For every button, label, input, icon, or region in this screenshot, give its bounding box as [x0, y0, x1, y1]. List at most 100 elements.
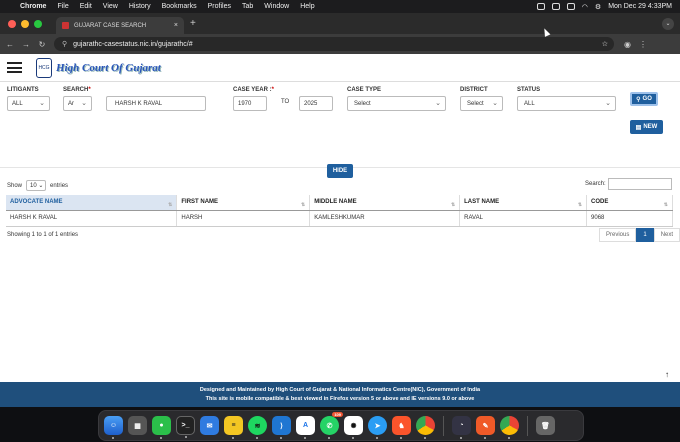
reload-icon[interactable]: ↻ [36, 40, 48, 49]
table-search: Search: [585, 178, 672, 190]
search-type-select[interactable]: Ar [63, 96, 92, 111]
telegram-icon[interactable]: ➤ [368, 416, 387, 439]
terminal-icon[interactable]: >_ [176, 416, 195, 438]
to-label: TO [281, 99, 290, 105]
launchpad-icon[interactable]: ▦ [128, 416, 147, 435]
column-header-advocate-name[interactable]: ADVOCATE NAME ⇅ [6, 195, 178, 211]
year-to-input[interactable]: 2025 [299, 96, 333, 111]
case-type-value: Select [354, 100, 371, 107]
close-tab-icon[interactable]: × [174, 22, 178, 29]
column-header-code[interactable]: CODE ⇅ [586, 195, 673, 211]
previous-page-button[interactable]: Previous [599, 228, 637, 242]
menu-window[interactable]: Window [264, 3, 289, 10]
menu-tab[interactable]: Tab [242, 3, 253, 10]
case-type-label: CASE TYPE [347, 87, 382, 93]
menu-help[interactable]: Help [300, 3, 314, 10]
litigants-label: LITIGANTS [7, 87, 39, 93]
profile-icon[interactable]: ◉ [624, 40, 631, 49]
brave-icon[interactable]: ♞ [392, 416, 411, 439]
status-icon-2[interactable] [551, 3, 560, 10]
column-header-last-name[interactable]: LAST NAME ⇅ [459, 195, 588, 211]
chatgpt-icon[interactable]: ✺ [344, 416, 363, 439]
pen-app-icon[interactable]: ✎ [476, 416, 495, 439]
chrome-icon[interactable] [416, 416, 435, 439]
hamburger-menu-icon[interactable] [7, 62, 22, 73]
pagination: Previous 1 Next [599, 228, 680, 242]
app-icon[interactable]: ◔ [452, 416, 471, 439]
new-tab-button[interactable]: + [190, 18, 196, 29]
chrome-app-icon[interactable] [500, 416, 519, 439]
year-to-value: 2025 [304, 100, 318, 107]
new-label: NEW [643, 124, 658, 130]
zoom-window-button[interactable] [34, 19, 42, 28]
status-select[interactable]: ALL [517, 96, 616, 111]
case-year-required-mark: * [271, 87, 274, 93]
browser-tabbar: GUJARAT CASE SEARCH × + ⌄ [0, 13, 680, 34]
menu-history[interactable]: History [129, 3, 151, 10]
whatsapp-icon[interactable]: ✆ 109 [320, 412, 343, 439]
page-1-button[interactable]: 1 [636, 228, 654, 242]
bookmark-star-icon[interactable]: ☆ [602, 40, 608, 48]
search-input[interactable]: HARSH K RAVAL [106, 96, 206, 111]
mail-icon[interactable]: ✉ [200, 416, 219, 435]
notes-icon[interactable]: ≡ [224, 416, 243, 439]
close-window-button[interactable] [8, 19, 16, 28]
spotify-icon[interactable]: ≋ [248, 416, 267, 439]
browser-tab[interactable]: GUJARAT CASE SEARCH × [56, 17, 184, 34]
case-type-select[interactable]: Select [347, 96, 446, 111]
page-length-select[interactable]: 10 ⌄ [26, 180, 47, 191]
district-select[interactable]: Select [460, 96, 503, 111]
sort-asc-icon: ⇅ [168, 201, 173, 208]
status-value: ALL [524, 100, 535, 107]
table-row[interactable]: HARSH K RAVAL HARSH KAMLESHKUMAR RAVAL 9… [6, 210, 673, 227]
page-length-value: 10 [30, 182, 37, 189]
minimize-window-button[interactable] [21, 19, 29, 28]
messages-icon[interactable]: ● [152, 416, 171, 439]
app-store-icon[interactable]: A [296, 416, 315, 439]
menu-app-name[interactable]: Chrome [20, 3, 46, 10]
hide-button[interactable]: HIDE [327, 164, 353, 178]
column-header-middle-name[interactable]: MIDDLE NAME ⇅ [309, 195, 461, 211]
district-label: DISTRICT [460, 87, 488, 93]
more-menu-icon[interactable]: ⋮ [639, 40, 647, 49]
site-logo-text[interactable]: High Court Of Gujarat [56, 62, 161, 74]
battery-icon[interactable] [566, 3, 575, 10]
cell-first-name: HARSH [176, 210, 311, 227]
menu-view[interactable]: View [103, 3, 118, 10]
search-required-mark: * [88, 87, 91, 93]
document-icon: ▤ [635, 124, 642, 131]
menu-bookmarks[interactable]: Bookmarks [162, 3, 197, 10]
litigants-select[interactable]: ALL [7, 96, 50, 111]
search-type-value: Ar [68, 100, 74, 107]
table-header-row: ADVOCATE NAME ⇅ FIRST NAME ⇅ MIDDLE NAME ⇅ … [6, 195, 673, 211]
go-button[interactable]: ⚲ GO [630, 92, 658, 106]
forward-icon[interactable]: → [20, 40, 32, 49]
table-search-input[interactable] [607, 178, 672, 190]
status-area: ◠ ⚙ Mon Dec 29 4:33PM [536, 3, 672, 11]
status-icon-1[interactable] [536, 3, 545, 10]
macos-dock: ☺ ▦ ● >_ ✉ ≡ ≋ ⟩ A ✆ 109 ✺ ➤ ♞ ◔ ✎ 🗑 [98, 410, 584, 441]
control-center-icon[interactable]: ⚙ [595, 3, 601, 11]
column-header-first-name[interactable]: FIRST NAME ⇅ [176, 195, 311, 211]
back-icon[interactable]: ← [4, 40, 16, 49]
whatsapp-badge: 109 [332, 412, 343, 417]
url-field[interactable]: ⚲ gujarathc-casestatus.nic.in/gujarathc/… [54, 37, 614, 51]
go-label: GO [642, 96, 652, 102]
tab-search-dropdown-icon[interactable]: ⌄ [662, 17, 674, 30]
trash-icon[interactable]: 🗑 [536, 416, 555, 435]
menu-file[interactable]: File [57, 3, 68, 10]
scroll-to-top-icon[interactable]: ↑ [665, 370, 669, 379]
next-page-button[interactable]: Next [653, 228, 680, 242]
cell-middle-name: KAMLESHKUMAR [309, 210, 461, 227]
menu-profiles[interactable]: Profiles [208, 3, 231, 10]
menu-edit[interactable]: Edit [80, 3, 92, 10]
site-info-icon[interactable]: ⚲ [62, 40, 67, 48]
search-icon: ⚲ [636, 96, 641, 103]
year-from-input[interactable]: 1970 [233, 96, 267, 111]
clock[interactable]: Mon Dec 29 4:33PM [608, 3, 672, 10]
finder-icon[interactable]: ☺ [104, 416, 123, 439]
new-button[interactable]: ▤ NEW [630, 120, 663, 134]
wifi-icon[interactable]: ◠ [582, 3, 588, 11]
vscode-icon[interactable]: ⟩ [272, 416, 291, 439]
year-from-value: 1970 [238, 100, 252, 107]
